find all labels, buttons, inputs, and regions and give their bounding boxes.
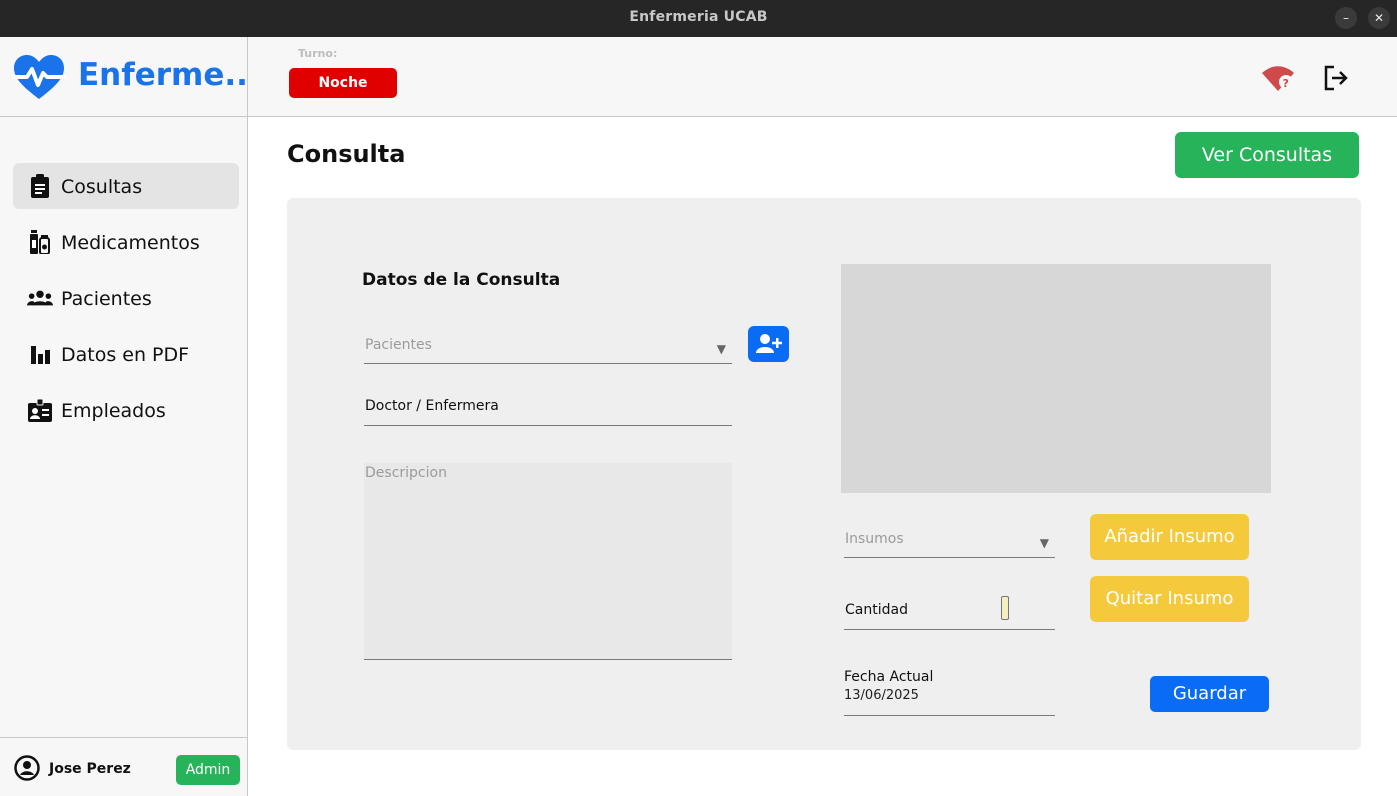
doctor-value: Doctor / Enfermera <box>365 398 499 414</box>
clipboard-icon <box>31 174 49 198</box>
page-title: Consulta <box>287 140 406 168</box>
turno-label: Turno: <box>298 47 338 60</box>
sidebar-item-label: Cosultas <box>61 176 143 198</box>
remove-insumo-button[interactable]: Quitar Insumo <box>1090 576 1249 622</box>
wifi-warning-icon[interactable]: ? <box>1260 65 1296 93</box>
user-plus-icon <box>756 334 782 353</box>
save-button[interactable]: Guardar <box>1150 676 1269 712</box>
doctor-field[interactable]: Doctor / Enfermera <box>364 392 732 426</box>
view-consultas-button[interactable]: Ver Consultas <box>1175 132 1359 178</box>
app-logo: Enferme... <box>0 37 260 117</box>
pacientes-placeholder: Pacientes <box>365 337 432 353</box>
cantidad-field: Cantidad <box>844 592 1055 630</box>
user-name: Jose Perez <box>49 761 131 777</box>
sidebar-item-label: Pacientes <box>61 288 152 310</box>
insumos-select[interactable]: Insumos ▼ <box>844 524 1055 558</box>
chevron-down-icon: ▼ <box>716 342 726 356</box>
medicine-icon <box>30 230 50 254</box>
insumos-placeholder: Insumos <box>845 531 904 547</box>
section-title: Datos de la Consulta <box>362 270 561 290</box>
sidebar-item-medicamentos[interactable]: Medicamentos <box>13 219 239 265</box>
sidebar: Enferme... Cosultas Medicamentos Pacient… <box>0 37 260 796</box>
add-patient-button[interactable] <box>748 326 789 362</box>
chevron-down-icon: ▼ <box>1039 536 1049 550</box>
users-icon <box>27 290 53 306</box>
cantidad-label: Cantidad <box>845 602 908 618</box>
minimize-button[interactable]: – <box>1335 7 1357 29</box>
fecha-label: Fecha Actual <box>844 669 934 685</box>
sidebar-nav: Cosultas Medicamentos Pacientes Datos en… <box>13 163 239 443</box>
descripcion-textarea[interactable]: Descripcion <box>364 463 732 660</box>
user-avatar-icon <box>14 755 40 781</box>
turno-badge: Noche <box>289 68 397 98</box>
top-header: Turno: Noche ? <box>248 37 1397 117</box>
pacientes-select[interactable]: Pacientes ▼ <box>364 330 732 364</box>
id-badge-icon <box>28 398 52 422</box>
cantidad-spinner[interactable] <box>1001 596 1009 620</box>
image-placeholder <box>841 264 1271 493</box>
user-bar: Jose Perez Admin <box>0 737 247 796</box>
app-name: Enferme... <box>78 57 260 93</box>
sidebar-item-label: Datos en PDF <box>61 344 190 366</box>
fecha-field: Fecha Actual 13/06/2025 <box>844 666 1055 716</box>
role-badge: Admin <box>176 755 240 785</box>
descripcion-placeholder: Descripcion <box>365 465 447 481</box>
sidebar-item-label: Medicamentos <box>61 232 200 254</box>
heart-pulse-icon <box>12 55 66 99</box>
sidebar-item-label: Empleados <box>61 400 166 422</box>
fecha-value: 13/06/2025 <box>844 688 919 703</box>
window-title: Enfermeria UCAB <box>629 9 768 25</box>
sidebar-item-empleados[interactable]: Empleados <box>13 387 239 433</box>
sidebar-item-pacientes[interactable]: Pacientes <box>13 275 239 321</box>
sidebar-item-consultas[interactable]: Cosultas <box>13 163 239 209</box>
svg-text:?: ? <box>1283 77 1289 90</box>
bar-chart-icon <box>31 346 50 364</box>
add-insumo-button[interactable]: Añadir Insumo <box>1090 514 1249 560</box>
window-titlebar: Enfermeria UCAB – ✕ <box>0 0 1397 37</box>
logout-icon[interactable] <box>1322 64 1350 92</box>
close-button[interactable]: ✕ <box>1368 7 1390 29</box>
sidebar-item-datos-pdf[interactable]: Datos en PDF <box>13 331 239 377</box>
